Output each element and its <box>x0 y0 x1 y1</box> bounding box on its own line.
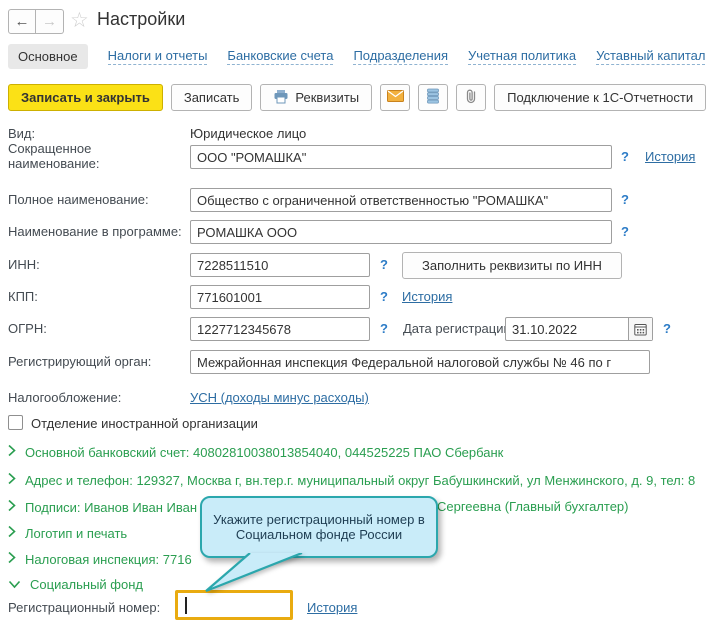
back-arrow-icon: ← <box>15 13 30 30</box>
requisites-button[interactable]: Реквизиты <box>260 84 372 111</box>
section-bank-account-text: Основной банковский счет: 40802810038013… <box>25 445 503 460</box>
kpp-history-link[interactable]: История <box>402 289 452 304</box>
ogrn-help-icon[interactable]: ? <box>380 321 388 336</box>
kpp-input[interactable] <box>190 285 370 309</box>
section-social-fund[interactable]: Социальный фонд <box>8 577 143 592</box>
kind-label: Вид: <box>8 126 35 141</box>
kind-value: Юридическое лицо <box>190 126 306 141</box>
program-name-label: Наименование в программе: <box>8 224 182 239</box>
chevron-right-icon <box>8 499 16 515</box>
section-bank-account[interactable]: Основной банковский счет: 40802810038013… <box>8 444 503 460</box>
section-signatures-text-right: Сергеевна (Главный бухгалтер) <box>437 499 628 514</box>
taxation-label: Налогообложение: <box>8 390 121 405</box>
full-name-help-icon[interactable]: ? <box>621 192 629 207</box>
save-and-close-button[interactable]: Записать и закрыть <box>8 84 163 111</box>
short-name-history-link[interactable]: История <box>645 149 695 164</box>
program-name-help-icon[interactable]: ? <box>621 224 629 239</box>
reg-authority-label: Регистрирующий орган: <box>8 354 151 369</box>
chevron-right-icon <box>8 551 16 567</box>
section-tax-office-text: Налоговая инспекция: 7716 <box>25 552 192 567</box>
sfr-reg-number-history-link[interactable]: История <box>307 600 357 615</box>
short-name-input[interactable] <box>190 145 612 169</box>
forward-button[interactable]: → <box>36 9 64 34</box>
kpp-help-icon[interactable]: ? <box>380 289 388 304</box>
reg-date-value: 31.10.2022 <box>506 322 628 337</box>
hint-tooltip: Укажите регистрационный номер в Социальн… <box>200 496 438 558</box>
reg-date-help-icon[interactable]: ? <box>663 321 671 336</box>
foreign-branch-label: Отделение иностранной организации <box>31 416 258 431</box>
tab-taxes-reports[interactable]: Налоги и отчеты <box>108 48 208 65</box>
program-name-input[interactable] <box>190 220 612 244</box>
foreign-branch-checkbox[interactable] <box>8 415 23 430</box>
section-signatures[interactable]: Подписи: Иванов Иван Иван <box>8 499 197 515</box>
section-tax-office[interactable]: Налоговая инспекция: 7716 <box>8 551 192 567</box>
tab-charter-capital[interactable]: Уставный капитал <box>596 48 705 65</box>
favorite-star-icon[interactable]: ☆ <box>70 8 89 33</box>
attachments-button[interactable] <box>456 84 486 111</box>
full-name-label: Полное наименование: <box>8 192 149 207</box>
chevron-down-icon <box>8 577 21 592</box>
page-title: Настройки <box>97 9 185 30</box>
hint-tooltip-text: Укажите регистрационный номер в Социальн… <box>212 512 426 542</box>
ogrn-label: ОГРН: <box>8 321 47 336</box>
envelope-icon <box>387 90 404 105</box>
tab-accounting-policy[interactable]: Учетная политика <box>468 48 576 65</box>
requisites-label: Реквизиты <box>295 90 359 105</box>
section-signatures-text-left: Подписи: Иванов Иван Иван <box>25 500 197 515</box>
connect-1c-reporting-button[interactable]: Подключение к 1С-Отчетности <box>494 84 706 111</box>
section-logo-stamp[interactable]: Логотип и печать <box>8 525 127 541</box>
short-name-label: Сокращенное наименование: <box>8 141 158 171</box>
back-button[interactable]: ← <box>8 9 36 34</box>
calendar-icon[interactable] <box>628 318 652 340</box>
settings-window: ← → ☆ Настройки Основное Налоги и отчеты… <box>0 0 721 635</box>
fill-by-inn-label: Заполнить реквизиты по ИНН <box>422 258 602 273</box>
save-button[interactable]: Записать <box>171 84 253 111</box>
chevron-right-icon <box>8 444 16 460</box>
full-name-input[interactable] <box>190 188 612 212</box>
inn-label: ИНН: <box>8 257 40 272</box>
chevron-right-icon <box>8 472 16 488</box>
connect-1c-label: Подключение к 1С-Отчетности <box>507 90 693 105</box>
toolbar: Записать и закрыть Записать Реквизиты По… <box>8 84 706 111</box>
ogrn-input[interactable] <box>190 317 370 341</box>
section-logo-stamp-text: Логотип и печать <box>25 526 127 541</box>
short-name-help-icon[interactable]: ? <box>621 149 629 164</box>
hint-tooltip-tail <box>200 553 310 595</box>
section-social-fund-text: Социальный фонд <box>30 577 143 592</box>
tab-bank-accounts[interactable]: Банковские счета <box>227 48 333 65</box>
reg-authority-input[interactable] <box>190 350 650 374</box>
tab-bar: Основное Налоги и отчеты Банковские счет… <box>8 44 705 69</box>
text-caret <box>185 597 187 614</box>
inn-help-icon[interactable]: ? <box>380 257 388 272</box>
printer-icon <box>273 89 289 107</box>
save-and-close-label: Записать и закрыть <box>21 90 150 105</box>
taxation-link[interactable]: УСН (доходы минус расходы) <box>190 390 369 405</box>
sfr-reg-number-label: Регистрационный номер: <box>8 600 160 615</box>
tab-main[interactable]: Основное <box>8 44 88 69</box>
forward-arrow-icon: → <box>42 13 57 30</box>
save-label: Записать <box>184 90 240 105</box>
reg-date-label: Дата регистрации: <box>403 321 514 336</box>
tab-departments[interactable]: Подразделения <box>353 48 448 65</box>
inn-input[interactable] <box>190 253 370 277</box>
send-email-button[interactable] <box>380 84 410 111</box>
fill-by-inn-button[interactable]: Заполнить реквизиты по ИНН <box>402 252 622 279</box>
nav-history-buttons: ← → <box>8 9 64 34</box>
section-address-phone-text: Адрес и телефон: 129327, Москва г, вн.те… <box>25 473 695 488</box>
discussions-icon-button[interactable] <box>418 84 448 111</box>
kpp-label: КПП: <box>8 289 38 304</box>
section-address-phone[interactable]: Адрес и телефон: 129327, Москва г, вн.те… <box>8 472 695 488</box>
reg-date-field[interactable]: 31.10.2022 <box>505 317 653 341</box>
chevron-right-icon <box>8 525 16 541</box>
paperclip-icon <box>464 88 478 107</box>
stacked-bars-icon <box>426 88 440 107</box>
